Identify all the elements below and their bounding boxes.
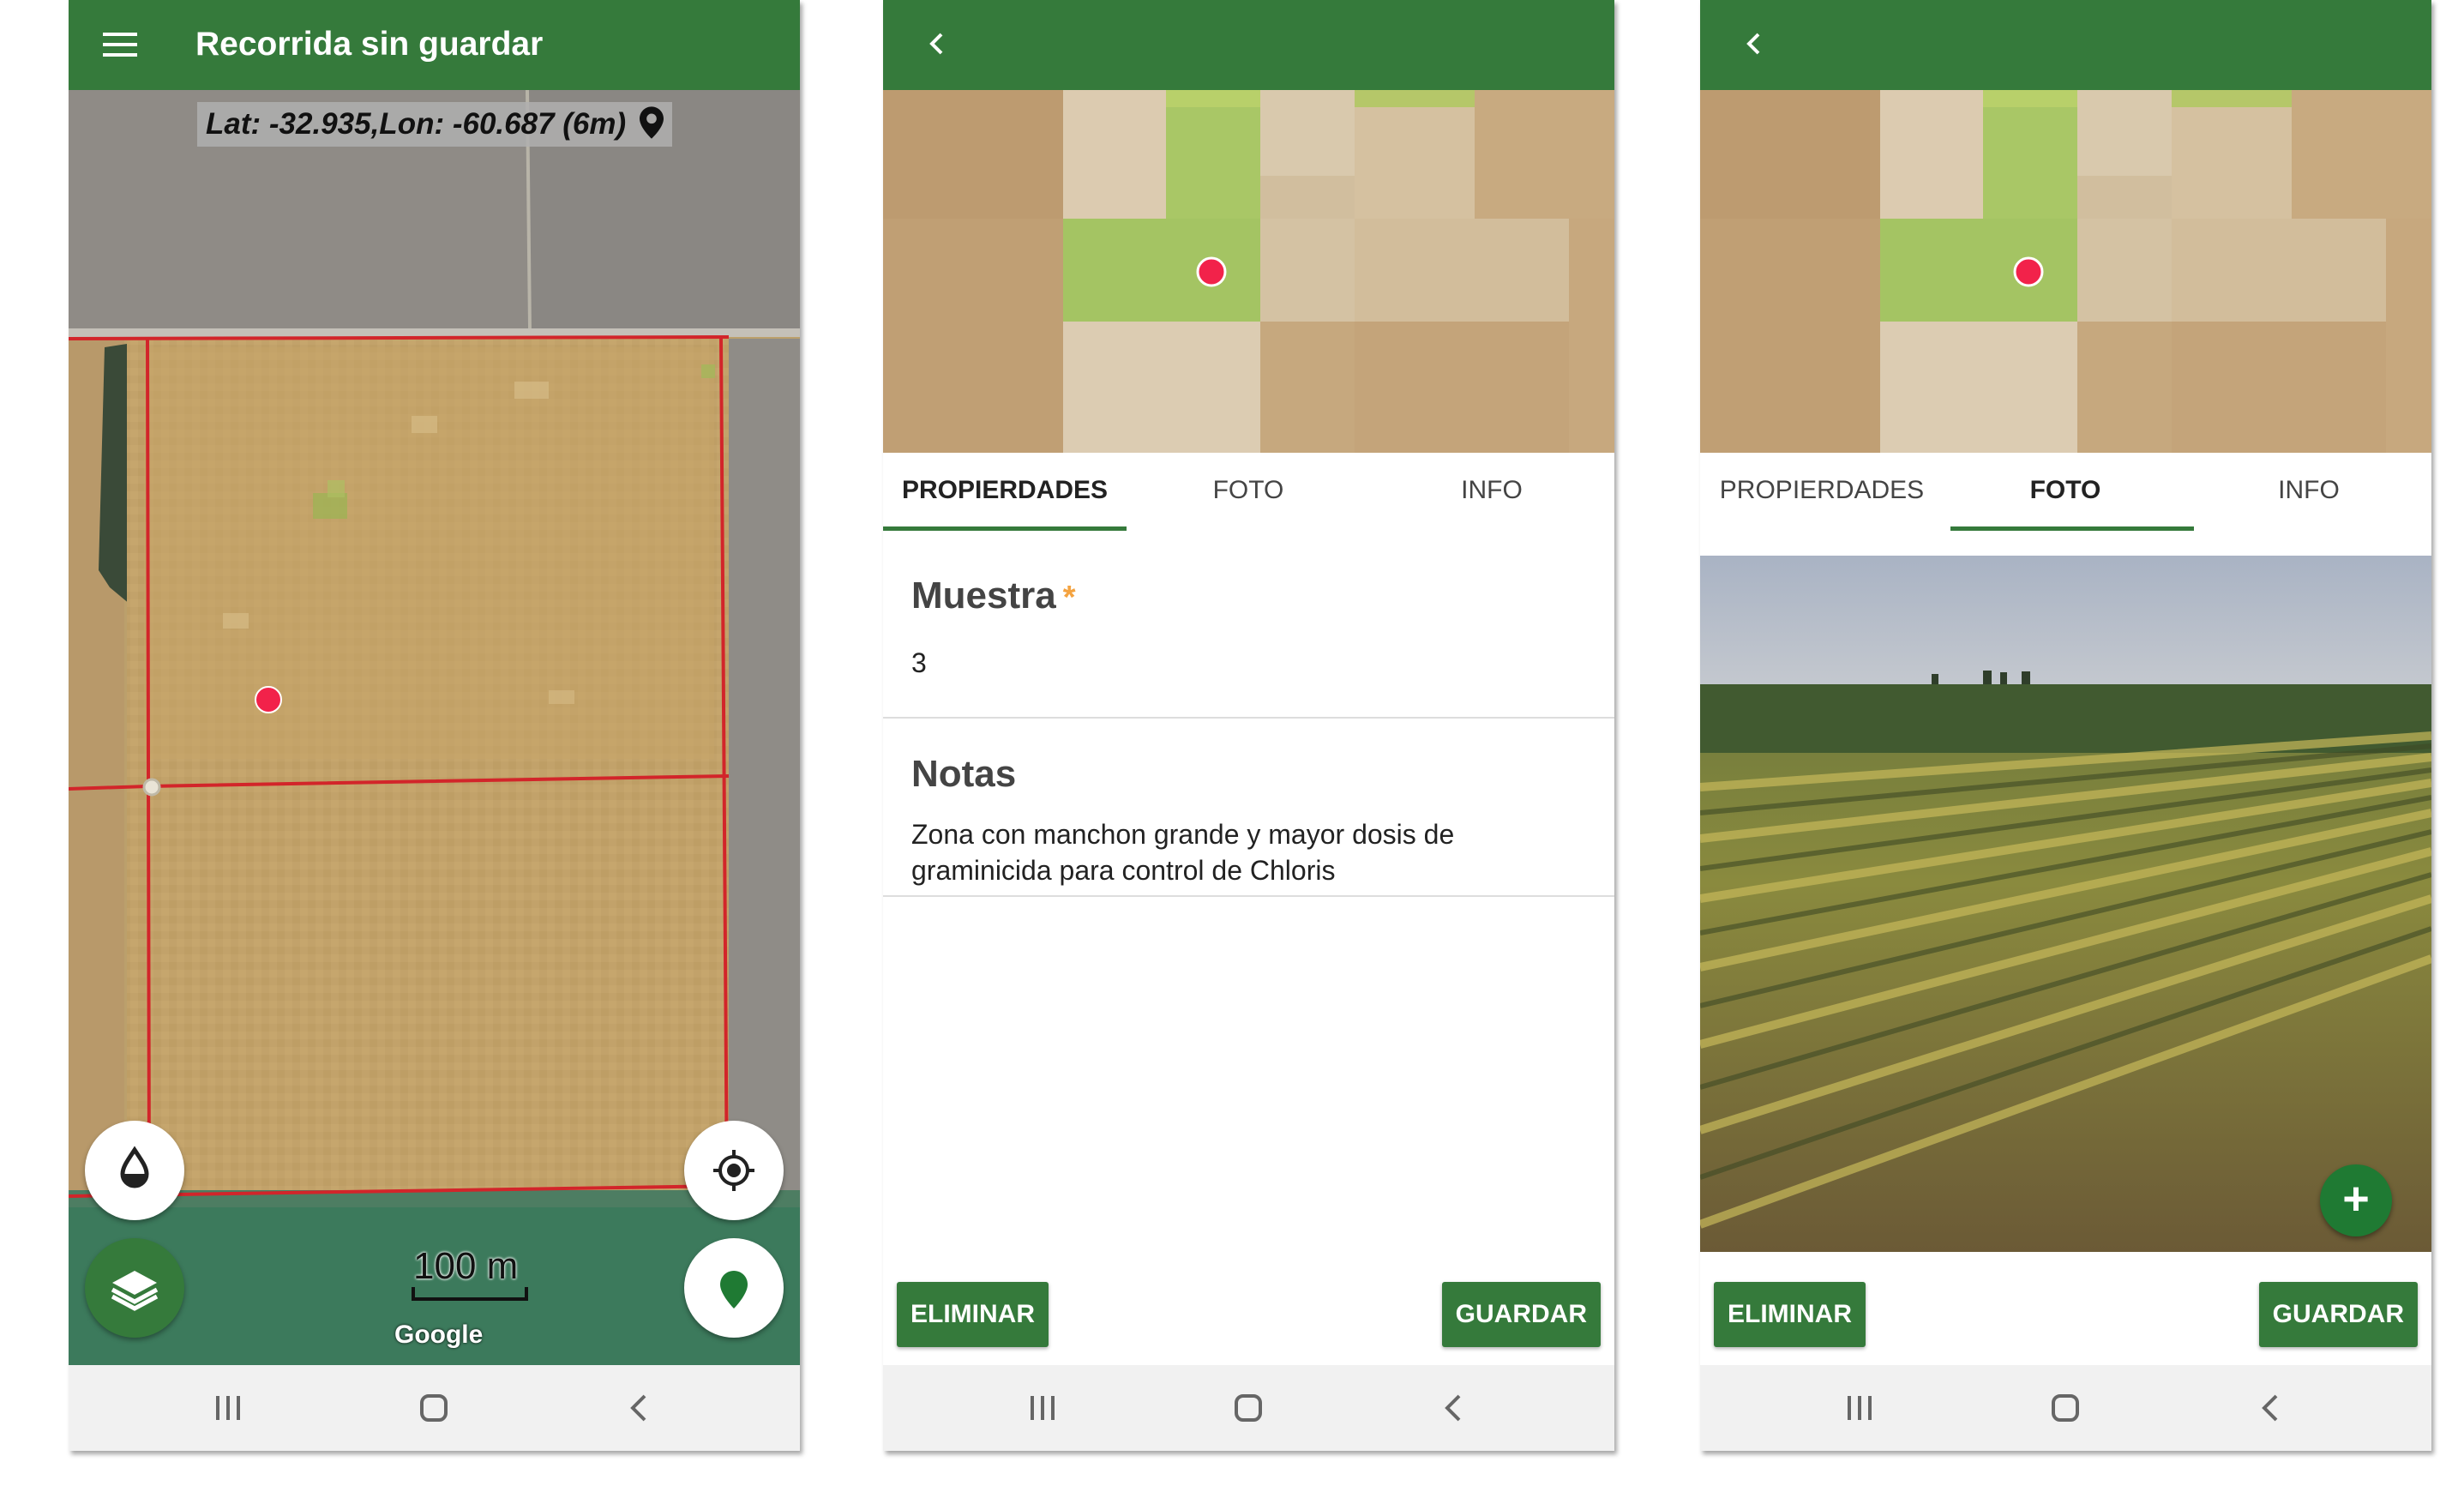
home-icon[interactable] [2040, 1389, 2091, 1427]
tab-info[interactable]: INFO [2187, 453, 2431, 532]
notas-label: Notas [911, 753, 1017, 795]
tab-bar: PROPIERDADES FOTO INFO [883, 453, 1614, 532]
water-drop-icon [120, 1146, 149, 1188]
sample-map-thumbnail [883, 90, 1614, 453]
tab-foto[interactable]: FOTO [1944, 453, 2187, 532]
divider [883, 895, 1614, 897]
back-nav-icon[interactable] [1428, 1389, 1480, 1427]
add-photo-button[interactable]: + [2320, 1164, 2392, 1236]
tab-propiedades[interactable]: PROPIERDADES [1700, 453, 1944, 532]
field-photo[interactable] [1700, 556, 2431, 1252]
back-nav-icon[interactable] [2245, 1389, 2297, 1427]
sample-map-thumbnail [1700, 90, 2431, 453]
tab-propiedades[interactable]: PROPIERDADES [883, 453, 1127, 532]
delete-button[interactable]: ELIMINAR [897, 1282, 1049, 1347]
plus-icon: + [2342, 1173, 2370, 1224]
save-button[interactable]: GUARDAR [1441, 1282, 1601, 1347]
tab-indicator [883, 526, 1127, 531]
add-marker-button[interactable] [684, 1238, 784, 1338]
muestra-field[interactable]: 3 [911, 645, 1580, 681]
top-app-bar [1700, 0, 2431, 90]
map-screen: Lat: -32.935,Lon: -60.687 (6m) 100 m Goo… [69, 0, 800, 1451]
menu-icon[interactable] [103, 27, 137, 62]
required-mark: * [1062, 580, 1076, 616]
layers-icon [111, 1271, 159, 1311]
layers-button[interactable] [85, 1238, 184, 1338]
place-marker-icon [720, 1271, 748, 1308]
home-icon[interactable] [408, 1389, 460, 1427]
home-icon[interactable] [1223, 1389, 1274, 1427]
recents-icon[interactable] [202, 1389, 254, 1427]
tab-indicator [1950, 526, 2194, 531]
recents-icon[interactable] [1017, 1389, 1068, 1427]
tab-bar: PROPIERDADES FOTO INFO [1700, 453, 2431, 532]
recents-icon[interactable] [1834, 1389, 1885, 1427]
save-button[interactable]: GUARDAR [2258, 1282, 2418, 1347]
coordinates-readout: Lat: -32.935,Lon: -60.687 (6m) [197, 102, 672, 147]
location-pin-icon [639, 106, 664, 139]
back-arrow-icon[interactable] [916, 22, 959, 65]
system-nav-bar [1700, 1365, 2431, 1451]
muestra-label: Muestra * [911, 575, 1076, 617]
properties-screen: PROPIERDADES FOTO INFO Muestra * 3 Notas … [883, 0, 1614, 1451]
scale-bar [412, 1287, 528, 1301]
divider [883, 717, 1614, 719]
system-nav-bar [69, 1365, 800, 1451]
back-arrow-icon[interactable] [1733, 22, 1776, 65]
map-attribution: Google [394, 1321, 484, 1349]
notas-field[interactable]: Zona con manchon grande y mayor dosis de… [911, 816, 1580, 888]
page-title: Recorrida sin guardar [195, 26, 544, 63]
scale-label: 100 m [413, 1245, 519, 1287]
water-drop-button[interactable] [85, 1121, 184, 1220]
coordinates-text: Lat: -32.935,Lon: -60.687 (6m) [206, 107, 627, 141]
top-app-bar [883, 0, 1614, 90]
system-nav-bar [883, 1365, 1614, 1451]
back-nav-icon[interactable] [614, 1389, 665, 1427]
delete-button[interactable]: ELIMINAR [1714, 1282, 1866, 1347]
top-app-bar: Recorrida sin guardar [69, 0, 800, 90]
crosshair-icon [713, 1150, 754, 1191]
photo-screen: PROPIERDADES FOTO INFO + ELIMINAR GUARDA… [1700, 0, 2431, 1451]
tab-foto[interactable]: FOTO [1127, 453, 1370, 532]
tab-info[interactable]: INFO [1370, 453, 1614, 532]
my-location-button[interactable] [684, 1121, 784, 1220]
